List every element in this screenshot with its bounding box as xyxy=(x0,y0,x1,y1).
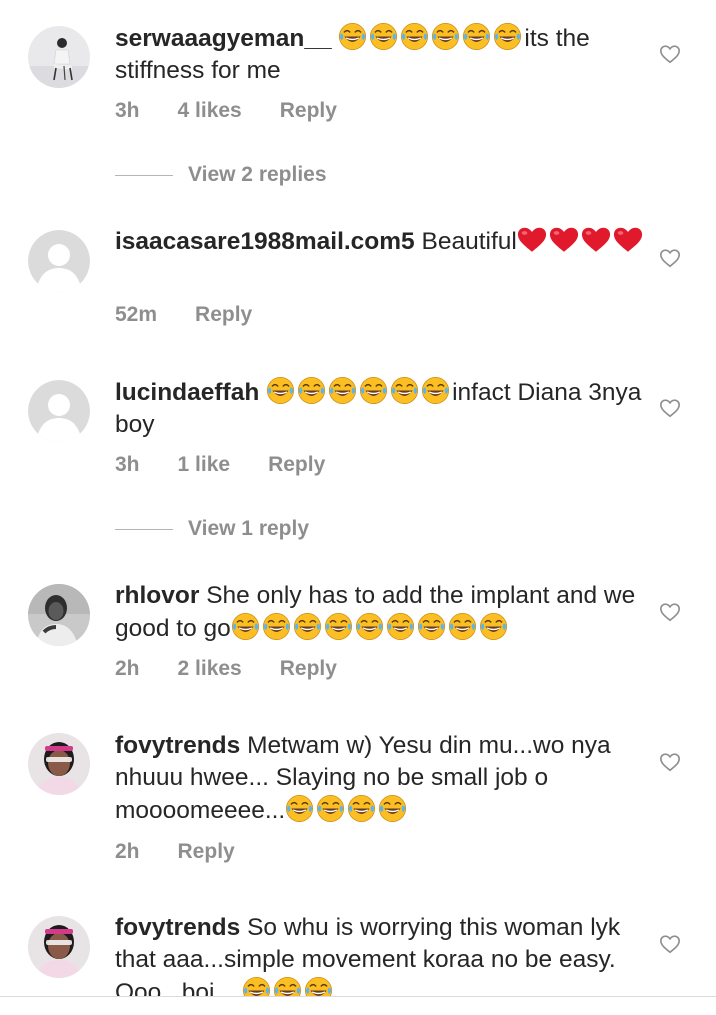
laughing-tears-emoji-icon xyxy=(304,977,332,996)
reply-button[interactable]: Reply xyxy=(280,657,337,680)
comment-username[interactable]: rhlovor xyxy=(115,582,199,609)
avatar-photo-icon xyxy=(28,26,90,88)
reply-button[interactable]: Reply xyxy=(178,840,235,863)
emoji-group xyxy=(242,977,335,996)
laughing-tears-emoji-icon xyxy=(324,612,352,641)
default-avatar-icon xyxy=(28,230,90,292)
laughing-tears-emoji-icon xyxy=(329,376,357,405)
like-heart-icon[interactable] xyxy=(659,933,681,955)
avatar[interactable] xyxy=(28,916,90,978)
comments-list: serwaaagyeman__ its the stiffness for me… xyxy=(0,0,716,996)
laughing-tears-emoji-icon xyxy=(242,977,270,996)
comment-time: 2h xyxy=(115,840,140,863)
comment-time: 3h xyxy=(115,453,140,476)
bottom-divider xyxy=(0,996,716,1015)
emoji-group xyxy=(231,612,510,642)
divider-line xyxy=(115,174,173,176)
laughing-tears-emoji-icon xyxy=(463,22,491,51)
laughing-tears-emoji-icon xyxy=(370,22,398,51)
comment-time: 2h xyxy=(115,657,140,680)
comment-meta: 2h Reply xyxy=(115,840,273,864)
laughing-tears-emoji-icon xyxy=(386,612,414,641)
laughing-tears-emoji-icon xyxy=(273,977,301,996)
red-heart-emoji-icon xyxy=(581,227,610,252)
laughing-tears-emoji-icon xyxy=(360,376,388,405)
like-heart-icon[interactable] xyxy=(659,601,681,623)
laughing-tears-emoji-icon xyxy=(494,22,522,51)
comment-meta: 52m Reply xyxy=(115,303,290,327)
laughing-tears-emoji-icon xyxy=(422,376,450,405)
comment-time: 3h xyxy=(115,99,140,122)
comment-username[interactable]: fovytrends xyxy=(115,732,240,759)
comment-likes[interactable]: 1 like xyxy=(178,453,231,476)
comment-meta: 2h 2 likes Reply xyxy=(115,657,375,681)
comment-username[interactable]: isaacasare1988mail.com5 xyxy=(115,228,415,255)
laughing-tears-emoji-icon xyxy=(401,22,429,51)
default-avatar-icon xyxy=(28,380,90,442)
laughing-tears-emoji-icon xyxy=(267,376,295,405)
laughing-tears-emoji-icon xyxy=(379,794,407,823)
avatar-photo-icon xyxy=(28,584,90,646)
view-replies-button[interactable]: View 2 replies xyxy=(115,160,327,190)
avatar[interactable] xyxy=(28,733,90,795)
laughing-tears-emoji-icon xyxy=(348,794,376,823)
comment-meta: 3h 4 likes Reply xyxy=(115,99,375,123)
comment-body: Beautiful xyxy=(421,228,517,255)
avatar[interactable] xyxy=(28,230,90,292)
view-replies-button[interactable]: View 1 reply xyxy=(115,514,309,544)
comment-meta: 3h 1 like Reply xyxy=(115,453,363,477)
avatar-photo-icon xyxy=(28,916,90,978)
reply-button[interactable]: Reply xyxy=(280,99,337,122)
laughing-tears-emoji-icon xyxy=(231,612,259,641)
red-heart-emoji-icon xyxy=(517,227,546,252)
comment-text: rhlovor She only has to add the implant … xyxy=(115,580,645,645)
like-heart-icon[interactable] xyxy=(659,43,681,65)
emoji-group xyxy=(266,376,452,406)
laughing-tears-emoji-icon xyxy=(339,22,367,51)
avatar-photo-icon xyxy=(28,733,90,795)
laughing-tears-emoji-icon xyxy=(391,376,419,405)
red-heart-emoji-icon xyxy=(613,227,642,252)
comment-text: lucindaeffah infact Diana 3nya boy xyxy=(115,376,645,441)
laughing-tears-emoji-icon xyxy=(286,794,314,823)
comment-text: isaacasare1988mail.com5 Beautiful xyxy=(115,226,645,258)
reply-button[interactable]: Reply xyxy=(268,453,325,476)
comment-likes[interactable]: 2 likes xyxy=(178,657,242,680)
emoji-group xyxy=(285,794,409,824)
laughing-tears-emoji-icon xyxy=(317,794,345,823)
comment-username[interactable]: serwaaagyeman__ xyxy=(115,25,332,52)
like-heart-icon[interactable] xyxy=(659,751,681,773)
laughing-tears-emoji-icon xyxy=(432,22,460,51)
laughing-tears-emoji-icon xyxy=(355,612,383,641)
comment-username[interactable]: fovytrends xyxy=(115,914,240,941)
comment-likes[interactable]: 4 likes xyxy=(178,99,242,122)
laughing-tears-emoji-icon xyxy=(293,612,321,641)
avatar[interactable] xyxy=(28,26,90,88)
avatar[interactable] xyxy=(28,380,90,442)
comment-username[interactable]: lucindaeffah xyxy=(115,379,259,406)
view-replies-label: View 1 reply xyxy=(188,517,310,540)
view-replies-label: View 2 replies xyxy=(188,163,327,186)
comment-time: 52m xyxy=(115,303,158,326)
divider-line xyxy=(115,528,173,530)
red-heart-emoji-icon xyxy=(549,227,578,252)
reply-button[interactable]: Reply xyxy=(195,303,252,326)
laughing-tears-emoji-icon xyxy=(448,612,476,641)
like-heart-icon[interactable] xyxy=(659,397,681,419)
avatar[interactable] xyxy=(28,584,90,646)
emoji-group xyxy=(338,22,524,52)
comment-text: fovytrends Metwam w) Yesu din mu...wo ny… xyxy=(115,730,645,827)
laughing-tears-emoji-icon xyxy=(479,612,507,641)
laughing-tears-emoji-icon xyxy=(298,376,326,405)
comment-text: fovytrends So whu is worrying this woman… xyxy=(115,912,645,996)
like-heart-icon[interactable] xyxy=(659,247,681,269)
emoji-group xyxy=(517,227,645,255)
laughing-tears-emoji-icon xyxy=(417,612,445,641)
comment-text: serwaaagyeman__ its the stiffness for me xyxy=(115,22,645,87)
laughing-tears-emoji-icon xyxy=(262,612,290,641)
